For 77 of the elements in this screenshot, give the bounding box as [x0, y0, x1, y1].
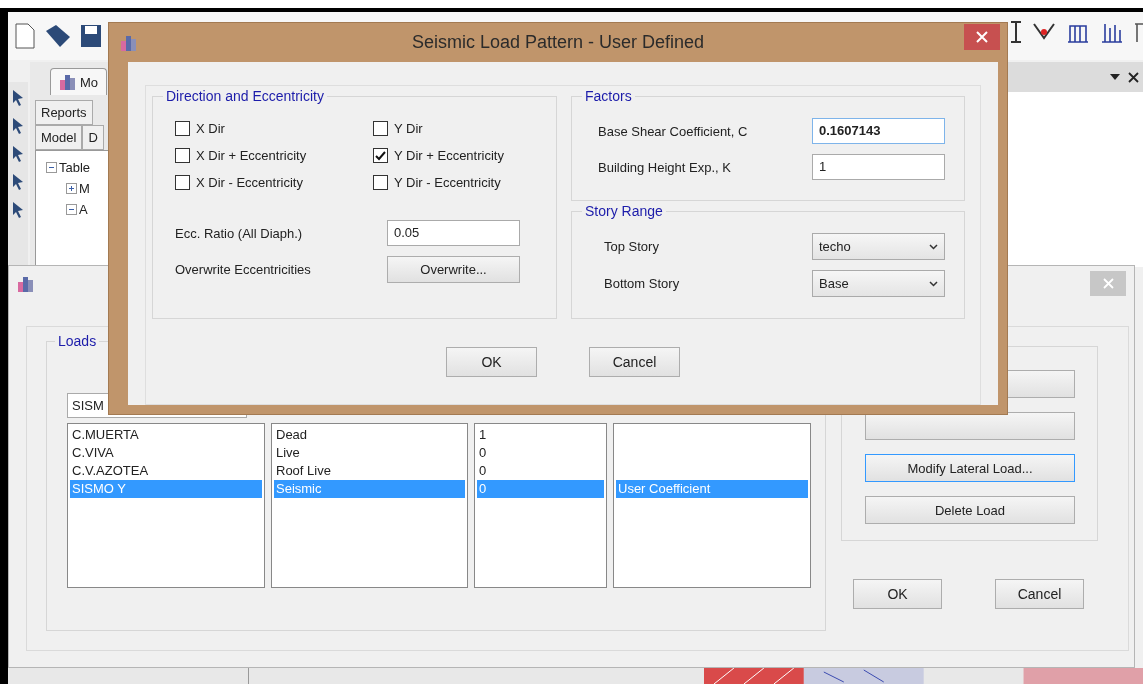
- group-legend: Direction and Eccentricity: [163, 88, 327, 104]
- pointer-icon[interactable]: [11, 144, 25, 164]
- checkbox-label: Y Dir + Eccentricity: [394, 148, 504, 163]
- list-box[interactable]: C.MUERTA C.VIVA C.V.AZOTEA SISMO Y: [67, 423, 265, 588]
- checkbox-label: Y Dir: [394, 121, 423, 136]
- list-item[interactable]: Dead: [276, 427, 308, 442]
- close-icon: [1102, 278, 1114, 289]
- group-legend: Factors: [582, 88, 635, 104]
- close-icon[interactable]: [1128, 71, 1139, 83]
- tab[interactable]: Reports: [35, 100, 93, 125]
- list-item[interactable]: Roof Live: [276, 463, 331, 478]
- list-item[interactable]: 0: [479, 445, 487, 460]
- dropdown[interactable]: Base: [812, 270, 945, 297]
- checkbox[interactable]: [175, 175, 190, 190]
- tree-item[interactable]: Table: [59, 160, 91, 175]
- checkbox[interactable]: [175, 121, 190, 136]
- checkbox-label: X Dir: [196, 121, 225, 136]
- collapse-icon[interactable]: [46, 162, 57, 173]
- group-legend: Loads: [55, 333, 100, 349]
- field-label: Base Shear Coefficient, C: [598, 123, 749, 139]
- field-label: Ecc. Ratio (All Diaph.): [175, 225, 304, 241]
- model-icon: [59, 73, 77, 91]
- checkbox[interactable]: [373, 175, 388, 190]
- tree-item[interactable]: A: [79, 202, 88, 217]
- group-legend: Story Range: [582, 203, 666, 219]
- expand-icon[interactable]: [66, 183, 77, 194]
- list-item[interactable]: Live: [276, 445, 300, 460]
- pointer-icon[interactable]: [11, 88, 25, 108]
- collapse-icon[interactable]: [66, 204, 77, 215]
- window-tab[interactable]: Mo: [80, 74, 99, 90]
- list-box[interactable]: Dead Live Roof Live Seismic: [271, 423, 468, 588]
- checkbox[interactable]: [175, 148, 190, 163]
- dialog-button[interactable]: Cancel: [589, 347, 680, 377]
- list-item[interactable]: C.VIVA: [72, 445, 114, 460]
- dropdown-icon[interactable]: [1110, 74, 1120, 80]
- dialog-button[interactable]: Cancel: [995, 579, 1084, 609]
- input-field[interactable]: 0.1607143: [812, 118, 945, 144]
- list-item[interactable]: C.V.AZOTEA: [72, 463, 149, 478]
- field-label: Overwrite Eccentricities: [175, 262, 312, 277]
- toolbar-icon[interactable]: [1133, 20, 1143, 44]
- tag-icon[interactable]: [44, 23, 72, 49]
- list-item[interactable]: 1: [479, 427, 487, 442]
- beam-icon[interactable]: [1009, 20, 1023, 44]
- pointer-icon[interactable]: [11, 200, 25, 220]
- tab[interactable]: D: [82, 125, 104, 150]
- button[interactable]: [865, 412, 1075, 440]
- input-field[interactable]: 1: [812, 154, 945, 180]
- checkbox-label: X Dir - Eccentricity: [196, 175, 303, 190]
- list-item[interactable]: C.MUERTA: [72, 427, 139, 442]
- dropdown[interactable]: techo: [812, 233, 945, 260]
- app-icon: [120, 34, 138, 52]
- button[interactable]: Modify Lateral Load...: [865, 454, 1075, 482]
- checkbox-label: Y Dir - Eccentricity: [394, 175, 501, 190]
- input-field[interactable]: 0.05: [387, 220, 520, 246]
- checkbox[interactable]: [373, 121, 388, 136]
- close-button[interactable]: [964, 24, 1000, 50]
- app-icon: [17, 274, 35, 293]
- list-item[interactable]: 0: [479, 463, 487, 478]
- dialog-button[interactable]: OK: [853, 579, 942, 609]
- checkbox[interactable]: [373, 148, 388, 163]
- tab[interactable]: Model: [35, 125, 83, 150]
- tree-item[interactable]: M: [79, 181, 90, 196]
- close-icon: [976, 31, 988, 43]
- window-title: Seismic Load Pattern - User Defined: [411, 32, 705, 53]
- pointer-icon[interactable]: [11, 172, 25, 192]
- field-label: Building Height Exp., K: [598, 159, 732, 175]
- overwrite-button[interactable]: Overwrite...: [387, 256, 520, 283]
- field-label: Bottom Story: [604, 276, 681, 291]
- checkbox-label: X Dir + Eccentricity: [196, 148, 307, 163]
- save-icon[interactable]: [80, 24, 102, 48]
- dialog-button[interactable]: OK: [446, 347, 537, 377]
- button[interactable]: Delete Load: [865, 496, 1075, 524]
- list-box[interactable]: 1 0 0 0: [474, 423, 607, 588]
- chevron-icon: [929, 280, 938, 287]
- chevron-icon: [929, 243, 938, 250]
- field-label: Top Story: [604, 239, 660, 254]
- pointer-icon[interactable]: [11, 116, 25, 136]
